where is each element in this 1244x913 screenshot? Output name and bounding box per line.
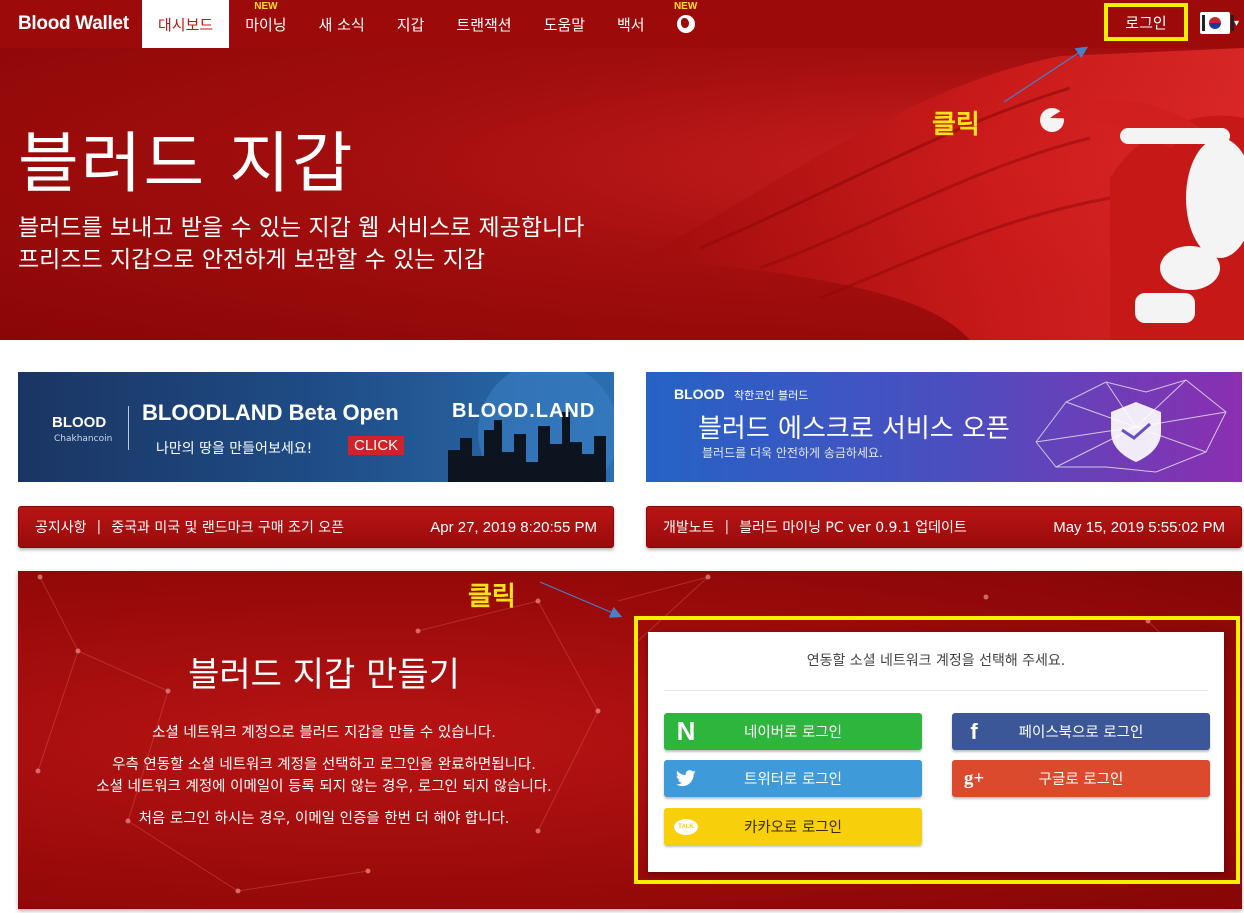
bloodland-logo: BLOOD.LAND (452, 400, 596, 422)
create-wallet-title: 블러드 지갑 만들기 (188, 655, 460, 695)
notice-category: 공지사항 (35, 520, 87, 536)
new-badge: NEW (673, 1, 698, 12)
google-plus-icon: g+ (963, 767, 985, 789)
notice-separator: | (96, 519, 102, 535)
nav-globe[interactable]: NEW (661, 0, 711, 48)
twitter-bird-icon (664, 769, 708, 788)
nav-label: 도움말 (543, 15, 585, 34)
social-login-prompt: 연동할 소셜 네트워크 계정을 선택해 주세요. (806, 653, 1066, 669)
globe-icon (676, 15, 695, 33)
nav-label: 백서 (617, 15, 645, 34)
blood-logo-subtitle: Chakhancoin (54, 434, 113, 444)
escrow-banner[interactable]: BLOOD 착한코인 블러드 블러드 에스크로 서비스 오픈 블러드를 더욱 안… (646, 372, 1242, 482)
network-shield-illustration (1035, 379, 1227, 473)
kakao-talk-icon: TALK (664, 818, 708, 835)
city-skyline-illustration (448, 372, 614, 482)
button-label: 페이스북으로 로그인 (1018, 725, 1144, 741)
page: Blood Wallet 대시보드 NEW 마이닝 새 소식 지갑 트랜잭션 도… (0, 0, 1244, 913)
notice-date: Apr 27, 2019 8:20:55 PM (430, 518, 597, 536)
new-badge: NEW (254, 1, 278, 12)
korea-flag-icon[interactable] (1200, 12, 1234, 34)
annotation-click-top: 클릭 (932, 110, 980, 140)
login-button[interactable]: 로그인 (1104, 3, 1188, 41)
facebook-login-button[interactable]: f 페이스북으로 로그인 (952, 713, 1210, 750)
button-label: 구글로 로그인 (1038, 772, 1124, 788)
button-label: 카카오로 로그인 (744, 820, 842, 836)
banner-divider (128, 406, 129, 450)
escrow-banner-desc: 블러드를 더욱 안전하게 송금하세요. (702, 446, 883, 460)
blood-logo: BLOOD (674, 386, 725, 402)
notice-bar[interactable]: 공지사항 | 중국과 미국 및 랜드마크 구매 조기 오픈 Apr 27, 20… (18, 506, 614, 548)
create-wallet-desc-2: 우측 연동할 소셜 네트워크 계정을 선택하고 로그인을 완료하면됩니다. (112, 757, 536, 773)
nav-transactions[interactable]: 트랜잭션 (440, 0, 527, 48)
notice-separator: | (724, 519, 730, 535)
nav-label: 대시보드 (158, 15, 214, 34)
hero-title: 블러드 지갑 (18, 125, 355, 202)
google-login-button[interactable]: g+ 구글로 로그인 (952, 760, 1210, 797)
social-login-panel: 연동할 소셜 네트워크 계정을 선택해 주세요. N 네이버로 로그인 f 페이… (648, 632, 1224, 872)
blood-logo-subtitle: 착한코인 블러드 (734, 389, 809, 402)
nav-mining[interactable]: NEW 마이닝 (229, 0, 302, 48)
annotation-click-bottom: 클릭 (468, 582, 516, 612)
santa-illustration (640, 48, 1244, 340)
notice-category: 개발노트 (663, 520, 715, 536)
bloodland-banner-title: BLOODLAND Beta Open (142, 400, 399, 425)
bloodland-banner[interactable]: BLOOD Chakhancoin BLOODLAND Beta Open 나만… (18, 372, 614, 482)
bloodland-banner-desc: 나만의 땅을 만들어보세요! (156, 441, 313, 457)
notice-title[interactable]: 블러드 마이닝 PC ver 0.9.1 업데이트 (739, 517, 1053, 537)
nav-label: 새 소식 (318, 15, 365, 34)
nav-label: 트랜잭션 (456, 15, 512, 34)
brand-logo[interactable]: Blood Wallet (0, 0, 142, 48)
hero-subtitle-line2: 프리즈드 지갑으로 안전하게 보관할 수 있는 지갑 (18, 247, 486, 273)
nav-dashboard[interactable]: 대시보드 (142, 0, 230, 48)
language-caret-icon[interactable]: ▾ (1234, 18, 1244, 48)
nav-news[interactable]: 새 소식 (303, 0, 381, 48)
notice-date: May 15, 2019 5:55:02 PM (1053, 518, 1225, 536)
hero-subtitle-line1: 블러드를 보내고 받을 수 있는 지갑 웹 서비스로 제공합니다 (18, 215, 585, 241)
create-wallet-desc-1: 소셜 네트워크 계정으로 블러드 지갑을 만들 수 있습니다. (152, 725, 496, 741)
notice-title[interactable]: 중국과 미국 및 랜드마크 구매 조기 오픈 (111, 517, 430, 537)
nav-wallet[interactable]: 지갑 (381, 0, 441, 48)
facebook-icon: f (970, 718, 978, 744)
kakao-talk-bubble: TALK (674, 818, 698, 835)
naver-icon: N (676, 716, 696, 746)
nav-whitepaper[interactable]: 백서 (601, 0, 661, 48)
escrow-banner-title: 블러드 에스크로 서비스 오픈 (698, 414, 1010, 444)
nav-label: 마이닝 (245, 15, 287, 34)
kakao-login-button[interactable]: TALK 카카오로 로그인 (664, 808, 922, 845)
button-label: 트위터로 로그인 (744, 772, 842, 788)
create-wallet-desc-4: 처음 로그인 하시는 경우, 이메일 인증을 한번 더 해야 합니다. (138, 811, 510, 827)
blood-logo: BLOOD (52, 414, 107, 431)
button-label: 네이버로 로그인 (744, 725, 842, 741)
twitter-login-button[interactable]: 트위터로 로그인 (664, 760, 922, 797)
create-wallet-desc-3: 소셜 네트워크 계정에 이메일이 등록 되지 않는 경우, 로그인 되지 않습니… (96, 779, 552, 795)
hero-banner: 블러드 지갑 블러드를 보내고 받을 수 있는 지갑 웹 서비스로 제공합니다 … (0, 48, 1244, 340)
nav-help[interactable]: 도움말 (528, 0, 601, 48)
top-navbar: Blood Wallet 대시보드 NEW 마이닝 새 소식 지갑 트랜잭션 도… (0, 0, 1244, 48)
naver-login-button[interactable]: N 네이버로 로그인 (664, 713, 922, 750)
nav-label: 지갑 (396, 15, 425, 34)
dev-note-bar[interactable]: 개발노트 | 블러드 마이닝 PC ver 0.9.1 업데이트 May 15,… (646, 506, 1242, 548)
bloodland-click-button[interactable]: CLICK (348, 436, 405, 455)
panel-divider (664, 690, 1208, 691)
